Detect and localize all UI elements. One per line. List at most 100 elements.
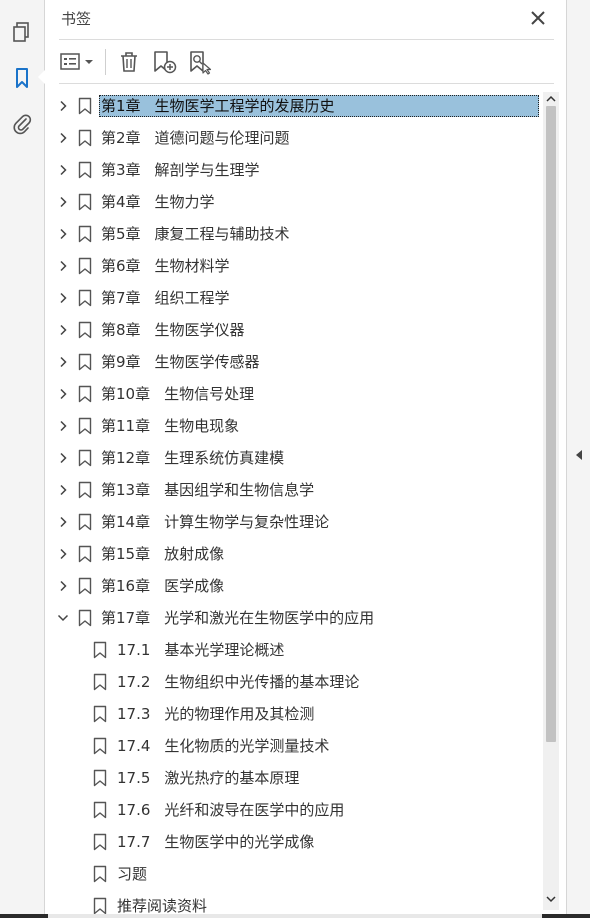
bookmark-icon <box>78 257 92 275</box>
bookmark-item[interactable]: 第15章 放射成像 <box>45 539 545 569</box>
bookmark-item[interactable]: 第16章 医学成像 <box>45 571 545 601</box>
bookmark-item[interactable]: 第2章 道德问题与伦理问题 <box>45 123 545 153</box>
chevron-right-icon[interactable] <box>55 194 71 210</box>
bookmark-item[interactable]: 第11章 生物电现象 <box>45 411 545 441</box>
vertical-scrollbar[interactable] <box>543 92 559 910</box>
scroll-thumb[interactable] <box>546 106 556 742</box>
bookmark-panel-icon[interactable] <box>10 66 34 90</box>
find-current-bookmark-button[interactable] <box>184 48 216 76</box>
chevron-right-icon[interactable] <box>55 418 71 434</box>
chevron-down-icon[interactable] <box>55 610 71 626</box>
bookmark-label[interactable]: 第15章 放射成像 <box>99 543 226 565</box>
bookmark-item[interactable]: 第7章 组织工程学 <box>45 283 545 313</box>
bookmark-label[interactable]: 第2章 道德问题与伦理问题 <box>99 127 292 149</box>
bookmark-item[interactable]: 第12章 生理系统仿真建模 <box>45 443 545 473</box>
bookmark-item[interactable]: 17.2 生物组织中光传播的基本理论 <box>45 667 545 697</box>
bookmark-item[interactable]: 第17章 光学和激光在生物医学中的应用 <box>45 603 545 633</box>
bookmark-label[interactable]: 第17章 光学和激光在生物医学中的应用 <box>99 607 376 629</box>
bookmark-title: 基本光学理论概述 <box>164 641 285 659</box>
bookmark-number: 17.2 <box>117 673 151 691</box>
close-button[interactable] <box>528 8 548 28</box>
bookmark-label[interactable]: 17.6 光纤和波导在医学中的应用 <box>115 799 346 821</box>
chevron-right-icon[interactable] <box>55 226 71 242</box>
bookmark-item[interactable]: 第1章 生物医学工程学的发展历史 <box>45 91 545 121</box>
chevron-right-icon[interactable] <box>55 514 71 530</box>
bookmark-label[interactable]: 第9章 生物医学传感器 <box>99 351 262 373</box>
scroll-up-arrow-icon[interactable] <box>546 94 556 104</box>
bookmark-title: 生化物质的光学测量技术 <box>164 737 330 755</box>
chevron-right-icon[interactable] <box>55 354 71 370</box>
bookmark-label[interactable]: 习题 <box>115 863 149 885</box>
chevron-right-icon[interactable] <box>55 98 71 114</box>
bookmark-label[interactable]: 第8章 生物医学仪器 <box>99 319 247 341</box>
bookmark-label[interactable]: 第1章 生物医学工程学的发展历史 <box>99 95 539 117</box>
bookmark-label[interactable]: 第12章 生理系统仿真建模 <box>99 447 286 469</box>
bookmark-item[interactable]: 第14章 计算生物学与复杂性理论 <box>45 507 545 537</box>
delete-bookmark-button[interactable] <box>114 48 144 76</box>
bookmark-label[interactable]: 第7章 组织工程学 <box>99 287 232 309</box>
pages-icon[interactable] <box>10 20 34 44</box>
bookmark-label[interactable]: 第16章 医学成像 <box>99 575 226 597</box>
bookmark-number: 17.4 <box>117 737 151 755</box>
bookmark-icon <box>93 865 107 883</box>
bookmark-item[interactable]: 第4章 生物力学 <box>45 187 545 217</box>
bookmark-label[interactable]: 第3章 解剖学与生理学 <box>99 159 262 181</box>
chevron-right-icon[interactable] <box>55 322 71 338</box>
new-bookmark-button[interactable] <box>148 48 180 76</box>
bookmark-icon <box>93 897 107 915</box>
bookmark-item[interactable]: 第8章 生物医学仪器 <box>45 315 545 345</box>
bookmark-label[interactable]: 第14章 计算生物学与复杂性理论 <box>99 511 331 533</box>
bookmark-label[interactable]: 第4章 生物力学 <box>99 191 217 213</box>
chevron-right-icon[interactable] <box>55 290 71 306</box>
bookmark-item[interactable]: 第6章 生物材料学 <box>45 251 545 281</box>
bookmark-label[interactable]: 17.3 光的物理作用及其检测 <box>115 703 316 725</box>
bookmark-label[interactable]: 第13章 基因组学和生物信息学 <box>99 479 316 501</box>
bookmark-item[interactable]: 17.7 生物医学中的光学成像 <box>45 827 545 857</box>
scroll-down-arrow-icon[interactable] <box>546 894 556 904</box>
chevron-right-icon[interactable] <box>55 130 71 146</box>
bookmark-item[interactable]: 第3章 解剖学与生理学 <box>45 155 545 185</box>
bookmark-label[interactable]: 第6章 生物材料学 <box>99 255 232 277</box>
document-splitter[interactable] <box>566 0 590 918</box>
bookmark-item[interactable]: 17.4 生化物质的光学测量技术 <box>45 731 545 761</box>
chevron-right-icon[interactable] <box>55 162 71 178</box>
bookmark-item[interactable]: 17.1 基本光学理论概述 <box>45 635 545 665</box>
bookmark-label[interactable]: 17.1 基本光学理论概述 <box>115 639 286 661</box>
attachment-icon[interactable] <box>10 112 34 136</box>
bookmark-toolbar <box>59 46 216 78</box>
bookmark-item[interactable]: 第10章 生物信号处理 <box>45 379 545 409</box>
bookmark-title: 习题 <box>117 865 148 883</box>
bookmark-item[interactable]: 17.5 激光热疗的基本原理 <box>45 763 545 793</box>
bookmark-label[interactable]: 第5章 康复工程与辅助技术 <box>99 223 292 245</box>
bookmark-label[interactable]: 17.4 生化物质的光学测量技术 <box>115 735 331 757</box>
bookmark-number: 第3章 <box>101 161 141 179</box>
bookmark-item[interactable]: 第5章 康复工程与辅助技术 <box>45 219 545 249</box>
bookmark-title: 激光热疗的基本原理 <box>164 769 300 787</box>
chevron-right-icon[interactable] <box>55 482 71 498</box>
bookmark-item[interactable]: 第13章 基因组学和生物信息学 <box>45 475 545 505</box>
collapse-panel-arrow-icon[interactable] <box>573 448 585 462</box>
bookmark-item[interactable]: 17.3 光的物理作用及其检测 <box>45 699 545 729</box>
bookmark-title: 基因组学和生物信息学 <box>164 481 315 499</box>
chevron-right-icon[interactable] <box>55 546 71 562</box>
chevron-right-icon[interactable] <box>55 578 71 594</box>
bookmark-title: 生物医学中的光学成像 <box>164 833 315 851</box>
bookmarks-panel: 书签 第1章 生物医学工程学的发展历史 第2章 道德问题与伦理问题 第3章 解剖… <box>45 0 566 918</box>
bookmark-item[interactable]: 17.6 光纤和波导在医学中的应用 <box>45 795 545 825</box>
bookmark-item[interactable]: 习题 <box>45 859 545 889</box>
bookmark-label[interactable]: 第11章 生物电现象 <box>99 415 241 437</box>
bookmark-label[interactable]: 17.2 生物组织中光传播的基本理论 <box>115 671 361 693</box>
find-bookmark-icon <box>190 51 212 75</box>
bookmark-number: 第2章 <box>101 129 141 147</box>
options-menu-button[interactable] <box>59 48 97 76</box>
bookmark-number: 第10章 <box>101 385 151 403</box>
bookmark-label[interactable]: 17.7 生物医学中的光学成像 <box>115 831 316 853</box>
chevron-right-icon[interactable] <box>55 386 71 402</box>
bookmark-label[interactable]: 17.5 激光热疗的基本原理 <box>115 767 301 789</box>
bookmark-label[interactable]: 第10章 生物信号处理 <box>99 383 256 405</box>
navigation-rail <box>0 0 45 918</box>
chevron-right-icon[interactable] <box>55 450 71 466</box>
bookmark-item[interactable]: 第9章 生物医学传感器 <box>45 347 545 377</box>
chevron-right-icon[interactable] <box>55 258 71 274</box>
bookmark-number: 第4章 <box>101 193 141 211</box>
